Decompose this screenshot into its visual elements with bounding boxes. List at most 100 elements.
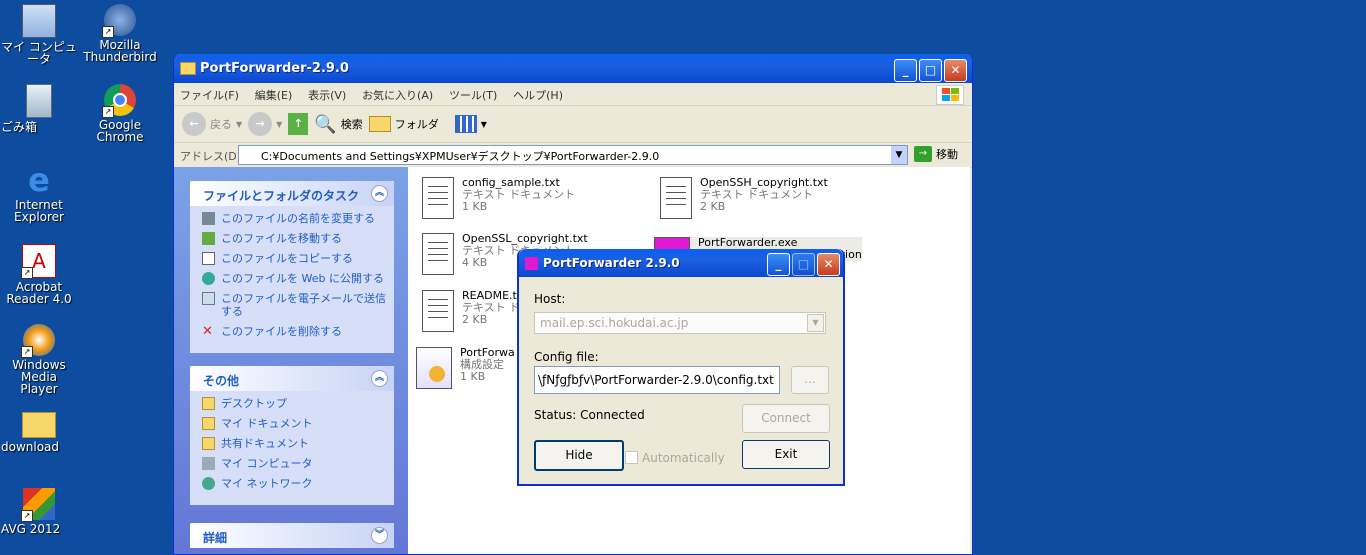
- browse-button[interactable]: ...: [791, 366, 829, 394]
- place-my-computer[interactable]: マイ コンピュータ: [202, 457, 394, 470]
- folder-icon: [202, 397, 215, 410]
- explorer-titlebar[interactable]: PortForwarder-2.9.0 _ □ ✕: [174, 54, 972, 83]
- up-folder-button[interactable]: ↑: [288, 113, 309, 135]
- task-label: このファイルを削除する: [221, 325, 342, 338]
- task-move[interactable]: このファイルを移動する: [202, 232, 394, 245]
- close-button[interactable]: ✕: [944, 59, 967, 82]
- folder-icon: [368, 116, 391, 132]
- minimize-button[interactable]: _: [767, 253, 790, 276]
- go-button[interactable]: → 移動: [914, 146, 958, 162]
- desktop-icon-media-player[interactable]: ↗ Windows Media Player: [1, 324, 77, 395]
- chevron-down-icon[interactable]: ▼: [891, 146, 907, 164]
- file-item[interactable]: config_sample.txt テキスト ドキュメント 1 KB: [422, 177, 575, 219]
- window-title: PortForwarder-2.9.0: [200, 61, 349, 76]
- collapse-icon[interactable]: ︽: [371, 370, 388, 387]
- back-button[interactable]: ← 戻る ▼: [182, 112, 242, 136]
- text-file-icon: [422, 177, 454, 219]
- host-value: mail.ep.sci.hokudai.ac.jp: [540, 316, 689, 330]
- search-icon: 🔍: [314, 113, 337, 135]
- task-label: このファイルを移動する: [221, 232, 342, 245]
- address-input[interactable]: C:¥Documents and Settings¥XPMUser¥デスクトップ…: [238, 145, 908, 165]
- file-item[interactable]: PortForwa 構成設定 1 KB: [416, 347, 515, 389]
- expand-icon[interactable]: ︾: [371, 527, 388, 544]
- search-label: 検索: [340, 118, 363, 131]
- exit-button[interactable]: Exit: [742, 440, 830, 469]
- panel-header[interactable]: その他 ︽: [190, 366, 394, 391]
- menu-favorites[interactable]: お気に入り(A): [356, 83, 439, 107]
- place-my-documents[interactable]: マイ ドキュメント: [202, 417, 394, 430]
- globe-icon: [202, 272, 215, 285]
- move-icon: [202, 232, 215, 245]
- desktop-icon-chrome[interactable]: ↗ Google Chrome: [82, 84, 158, 143]
- dialog-titlebar[interactable]: PortForwarder 2.9.0 _ □ ✕: [519, 249, 843, 277]
- desktop-icon-thunderbird[interactable]: ↗ Mozilla Thunderbird: [82, 4, 158, 63]
- desktop-icon-label: Google Chrome: [96, 118, 144, 144]
- maximize-button[interactable]: □: [792, 253, 815, 276]
- back-arrow-icon: ←: [182, 112, 206, 136]
- text-file-icon: [660, 177, 692, 219]
- menu-help[interactable]: ヘルプ(H): [507, 83, 569, 107]
- task-email[interactable]: このファイルを電子メールで送信する: [202, 292, 394, 318]
- file-item[interactable]: OpenSSH_copyright.txt テキスト ドキュメント 2 KB: [660, 177, 828, 219]
- config-file-label: Config file:: [534, 350, 599, 364]
- file-size: 2 KB: [700, 200, 726, 213]
- task-rename[interactable]: このファイルの名前を変更する: [202, 212, 394, 225]
- place-label: 共有ドキュメント: [221, 437, 309, 450]
- desktop-icon-label: ごみ箱: [1, 120, 38, 134]
- views-button[interactable]: ▼: [454, 115, 487, 133]
- delete-icon: ✕: [202, 324, 213, 339]
- place-shared-documents[interactable]: 共有ドキュメント: [202, 437, 394, 450]
- folders-button[interactable]: フォルダ: [368, 116, 439, 132]
- task-publish-web[interactable]: このファイルを Web に公開する: [202, 272, 394, 285]
- config-file-value: \ƒNƒgƒbƒv\PortForwarder-2.9.0\config.txt: [538, 373, 774, 387]
- exit-label: Exit: [774, 447, 798, 461]
- menu-file[interactable]: ファイル(F): [174, 83, 245, 107]
- menu-edit[interactable]: 編集(E): [249, 83, 299, 107]
- panel-header[interactable]: ファイルとフォルダのタスク ︽: [190, 181, 394, 206]
- collapse-icon[interactable]: ︽: [371, 185, 388, 202]
- menu-tools[interactable]: ツール(T): [443, 83, 503, 107]
- automatically-checkbox[interactable]: [625, 451, 638, 464]
- chevron-down-icon[interactable]: ▼: [807, 314, 824, 332]
- recycle-bin-icon: [26, 84, 52, 118]
- folder-icon: [202, 417, 215, 430]
- menu-view[interactable]: 表示(V): [302, 83, 352, 107]
- desktop-icon-my-computer[interactable]: マイ コンピュータ: [1, 4, 77, 65]
- thunderbird-icon: ↗: [102, 4, 136, 38]
- task-delete[interactable]: ✕ このファイルを削除する: [202, 325, 394, 338]
- host-combobox[interactable]: mail.ep.sci.hokudai.ac.jp ▼: [534, 312, 826, 334]
- config-file-field[interactable]: \ƒNƒgƒbƒv\PortForwarder-2.9.0\config.txt: [534, 366, 780, 394]
- desktop-icon-acrobat[interactable]: A ↗ Acrobat Reader 4.0: [1, 244, 77, 305]
- desktop-icon-label: AVG 2012: [1, 522, 61, 536]
- minimize-button[interactable]: _: [894, 59, 917, 82]
- panel-title: ファイルとフォルダのタスク: [203, 189, 360, 203]
- panel-header[interactable]: 詳細 ︾: [190, 523, 394, 548]
- config-file-icon: [416, 347, 452, 389]
- file-size: 1 KB: [462, 200, 488, 213]
- hide-button[interactable]: Hide: [534, 440, 624, 471]
- place-my-network[interactable]: マイ ネットワーク: [202, 477, 394, 490]
- desktop-icon-recycle-bin[interactable]: ごみ箱: [1, 84, 77, 133]
- connect-button[interactable]: Connect: [742, 404, 830, 433]
- file-item[interactable]: README.t テキスト ドキ 2 KB: [422, 290, 531, 332]
- up-arrow-icon: ↑: [288, 113, 309, 135]
- desktop-icon-avg[interactable]: ↗ AVG 2012: [1, 488, 77, 535]
- panel-title: その他: [203, 374, 240, 388]
- place-desktop[interactable]: デスクトップ: [202, 397, 394, 410]
- address-bar: アドレス(D) C:¥Documents and Settings¥XPMUse…: [174, 143, 972, 168]
- maximize-button[interactable]: □: [919, 59, 942, 82]
- forward-button[interactable]: → ▼: [248, 112, 282, 136]
- file-tasks-panel: ファイルとフォルダのタスク ︽ このファイルの名前を変更する このファイルを移動す…: [190, 181, 394, 353]
- task-label: このファイルをコピーする: [221, 252, 353, 265]
- task-copy[interactable]: このファイルをコピーする: [202, 252, 394, 265]
- close-button[interactable]: ✕: [817, 253, 840, 276]
- address-value: C:¥Documents and Settings¥XPMUser¥デスクトップ…: [261, 150, 660, 163]
- desktop-icon-download[interactable]: download: [1, 408, 77, 453]
- ie-icon: e: [28, 161, 50, 199]
- desktop-icon-ie[interactable]: e Internet Explorer: [1, 161, 77, 223]
- search-button[interactable]: 🔍 検索: [314, 114, 362, 135]
- folders-label: フォルダ: [394, 118, 439, 131]
- desktop-icon-label: download: [1, 440, 60, 454]
- status-text: Status: Connected: [534, 408, 645, 422]
- email-icon: [202, 292, 215, 305]
